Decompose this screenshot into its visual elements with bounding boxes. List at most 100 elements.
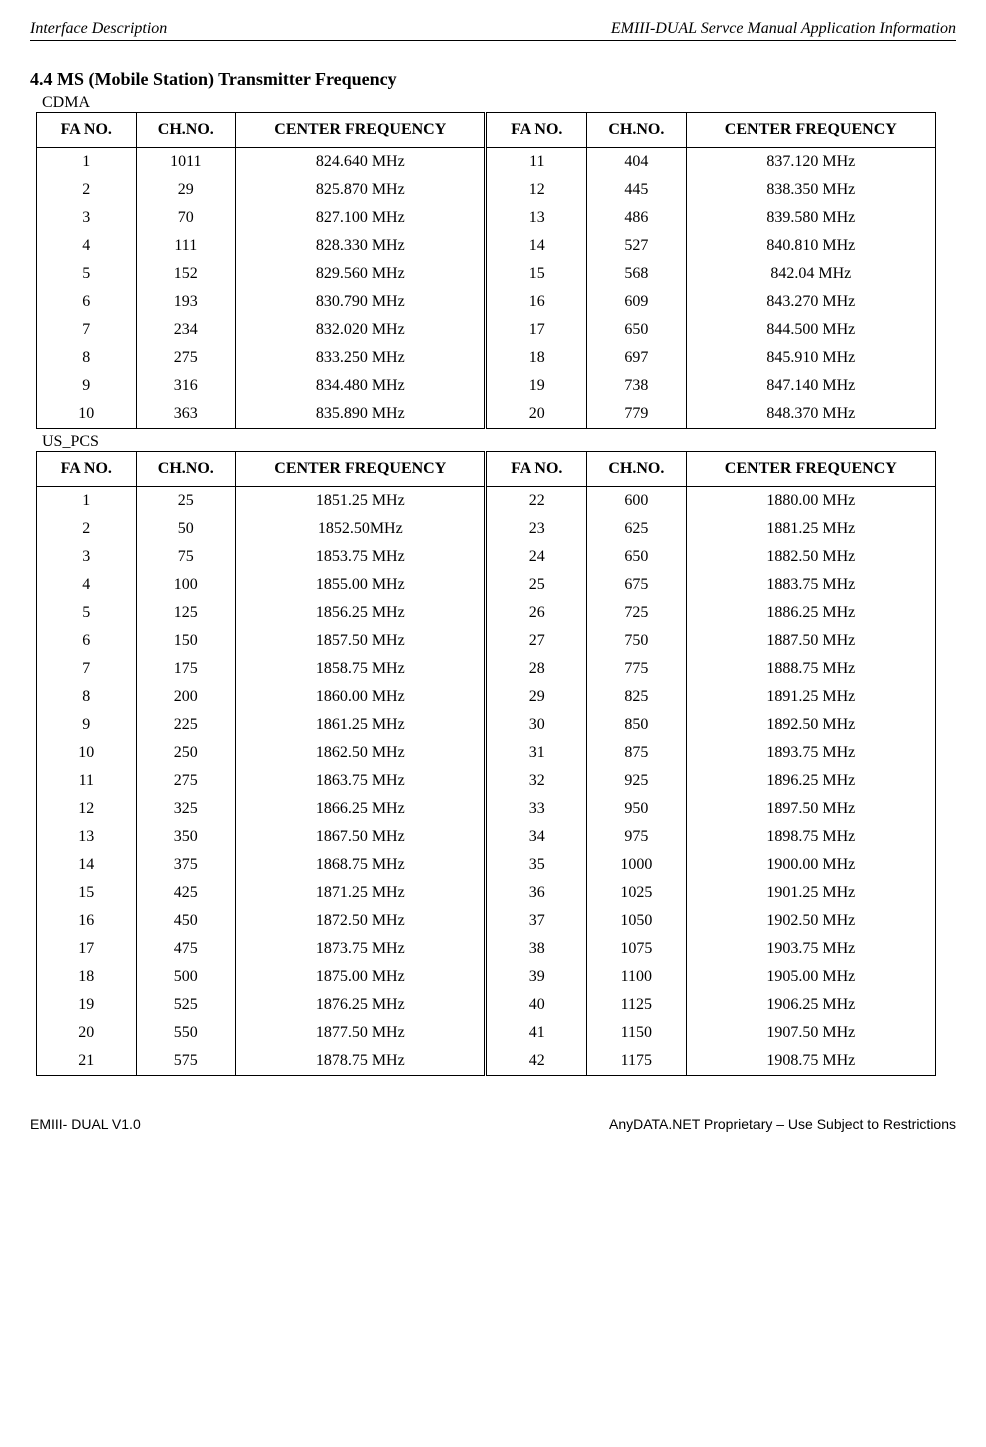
table-cell: 1898.75 MHz [686, 823, 935, 851]
column-header: CENTER FREQUENCY [686, 452, 935, 487]
table-row: 205501877.50 MHz4111501907.50 MHz [37, 1019, 936, 1047]
table-cell: 6 [37, 627, 137, 655]
table-row: 10363835.890 MHz20779848.370 MHz [37, 400, 936, 429]
table-cell: 15 [486, 260, 587, 288]
table-cell: 829.560 MHz [236, 260, 486, 288]
table-row: 82001860.00 MHz298251891.25 MHz [37, 683, 936, 711]
table-cell: 1891.25 MHz [686, 683, 935, 711]
table-cell: 25 [486, 571, 587, 599]
table-cell: 10 [37, 400, 137, 429]
table-cell: 1876.25 MHz [236, 991, 486, 1019]
table-row: 7234832.020 MHz17650844.500 MHz [37, 316, 936, 344]
table-cell: 824.640 MHz [236, 148, 486, 177]
table-row: 61501857.50 MHz277501887.50 MHz [37, 627, 936, 655]
table-cell: 8 [37, 683, 137, 711]
table-row: 4111828.330 MHz14527840.810 MHz [37, 232, 936, 260]
table-cell: 675 [587, 571, 687, 599]
table-cell: 575 [136, 1047, 236, 1076]
table-cell: 16 [486, 288, 587, 316]
table-cell: 18 [486, 344, 587, 372]
table-cell: 350 [136, 823, 236, 851]
table-cell: 30 [486, 711, 587, 739]
table-cell: 14 [37, 851, 137, 879]
table-row: 1251851.25 MHz226001880.00 MHz [37, 487, 936, 516]
table-cell: 832.020 MHz [236, 316, 486, 344]
column-header: FA NO. [37, 452, 137, 487]
table-cell: 827.100 MHz [236, 204, 486, 232]
table-cell: 1855.00 MHz [236, 571, 486, 599]
table-cell: 1883.75 MHz [686, 571, 935, 599]
table-cell: 1892.50 MHz [686, 711, 935, 739]
table-cell: 25 [136, 487, 236, 516]
table-cell: 1897.50 MHz [686, 795, 935, 823]
table-label: US_PCS [42, 433, 956, 451]
column-header: CH.NO. [587, 452, 687, 487]
column-header: CH.NO. [136, 452, 236, 487]
table-cell: 21 [37, 1047, 137, 1076]
column-header: CENTER FREQUENCY [236, 113, 486, 148]
table-row: 370827.100 MHz13486839.580 MHz [37, 204, 936, 232]
table-cell: 12 [486, 176, 587, 204]
table-cell: 450 [136, 907, 236, 935]
table-cell: 525 [136, 991, 236, 1019]
table-cell: 11 [486, 148, 587, 177]
column-header: FA NO. [486, 113, 587, 148]
table-cell: 5 [37, 599, 137, 627]
table-cell: 500 [136, 963, 236, 991]
table-cell: 1878.75 MHz [236, 1047, 486, 1076]
table-row: 2501852.50MHz236251881.25 MHz [37, 515, 936, 543]
table-row: 3751853.75 MHz246501882.50 MHz [37, 543, 936, 571]
table-cell: 20 [486, 400, 587, 429]
table-cell: 1175 [587, 1047, 687, 1076]
table-cell: 1866.25 MHz [236, 795, 486, 823]
table-cell: 34 [486, 823, 587, 851]
table-cell: 2 [37, 515, 137, 543]
table-cell: 1906.25 MHz [686, 991, 935, 1019]
table-cell: 14 [486, 232, 587, 260]
table-cell: 1880.00 MHz [686, 487, 935, 516]
table-cell: 843.270 MHz [686, 288, 935, 316]
table-cell: 20 [37, 1019, 137, 1047]
table-cell: 38 [486, 935, 587, 963]
table-cell: 1886.25 MHz [686, 599, 935, 627]
table-cell: 1863.75 MHz [236, 767, 486, 795]
table-cell: 875 [587, 739, 687, 767]
table-cell: 1882.50 MHz [686, 543, 935, 571]
table-cell: 838.350 MHz [686, 176, 935, 204]
table-cell: 650 [587, 543, 687, 571]
table-cell: 1 [37, 148, 137, 177]
table-cell: 29 [486, 683, 587, 711]
table-cell: 28 [486, 655, 587, 683]
table-cell: 2 [37, 176, 137, 204]
table-cell: 1893.75 MHz [686, 739, 935, 767]
table-cell: 825.870 MHz [236, 176, 486, 204]
table-row: 185001875.00 MHz3911001905.00 MHz [37, 963, 936, 991]
table-cell: 828.330 MHz [236, 232, 486, 260]
table-cell: 779 [587, 400, 687, 429]
table-cell: 7 [37, 655, 137, 683]
table-cell: 12 [37, 795, 137, 823]
table-cell: 1908.75 MHz [686, 1047, 935, 1076]
table-cell: 3 [37, 204, 137, 232]
table-cell: 925 [587, 767, 687, 795]
table-cell: 32 [486, 767, 587, 795]
table-cell: 6 [37, 288, 137, 316]
table-cell: 725 [587, 599, 687, 627]
table-row: 9316834.480 MHz19738847.140 MHz [37, 372, 936, 400]
column-header: FA NO. [486, 452, 587, 487]
table-cell: 4 [37, 571, 137, 599]
table-cell: 16 [37, 907, 137, 935]
table-row: 51251856.25 MHz267251886.25 MHz [37, 599, 936, 627]
table-cell: 193 [136, 288, 236, 316]
table-cell: 842.04 MHz [686, 260, 935, 288]
table-cell: 697 [587, 344, 687, 372]
column-header: CH.NO. [587, 113, 687, 148]
table-cell: 1858.75 MHz [236, 655, 486, 683]
table-cell: 1 [37, 487, 137, 516]
table-cell: 5 [37, 260, 137, 288]
table-cell: 1851.25 MHz [236, 487, 486, 516]
table-cell: 486 [587, 204, 687, 232]
table-cell: 9 [37, 711, 137, 739]
table-row: 5152829.560 MHz15568842.04 MHz [37, 260, 936, 288]
table-cell: 1853.75 MHz [236, 543, 486, 571]
